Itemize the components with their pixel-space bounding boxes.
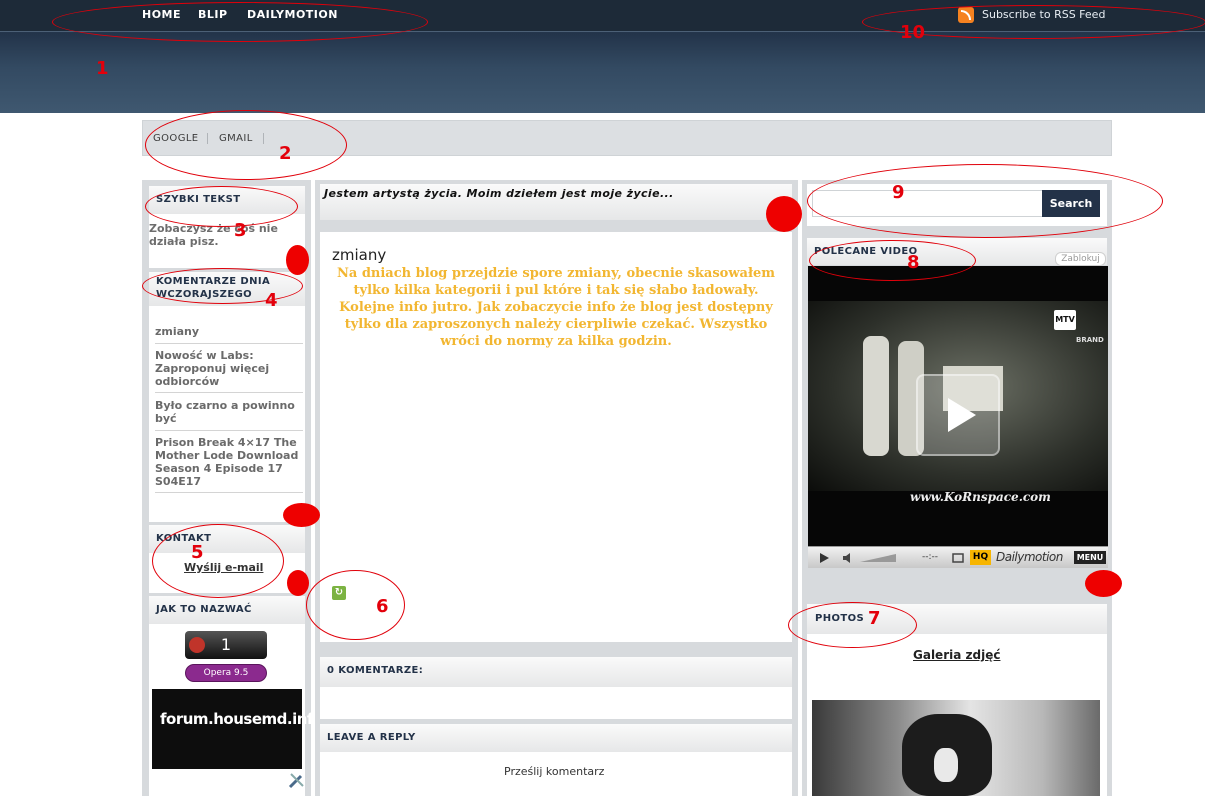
player-time: --:-- bbox=[922, 552, 939, 562]
annotation-ellipse bbox=[145, 186, 298, 227]
comments-count-header: 0 KOMENTARZE: bbox=[320, 657, 792, 687]
dog-photo-muzzle bbox=[934, 748, 958, 782]
video-watermark: www.KoRnspace.com bbox=[910, 490, 1051, 504]
player-menu-button[interactable]: MENU bbox=[1074, 551, 1106, 564]
annotation-dot bbox=[287, 570, 309, 596]
volume-slider[interactable] bbox=[860, 553, 896, 563]
annotation-number: 10 bbox=[900, 22, 926, 43]
annotation-number: 7 bbox=[868, 608, 881, 629]
tools-icon[interactable] bbox=[287, 770, 307, 790]
comments-area bbox=[320, 687, 792, 719]
dailymotion-logo[interactable]: Dailymotion bbox=[996, 550, 1063, 564]
video-player[interactable]: MTV BRAND www.KoRnspace.com bbox=[808, 266, 1108, 546]
annotation-number: 9 bbox=[892, 182, 905, 203]
annotation-dot bbox=[283, 503, 320, 527]
player-controls: --:-- HQ Dailymotion MENU bbox=[808, 546, 1108, 568]
annotation-number: 8 bbox=[907, 252, 920, 273]
name-it-title: JAK TO NAZWAĆ bbox=[149, 596, 305, 624]
video-block-button[interactable]: Zablokuj bbox=[1055, 252, 1106, 266]
submit-comment-link[interactable]: Prześlij komentarz bbox=[504, 765, 604, 778]
annotation-dot bbox=[1085, 570, 1122, 597]
forum-banner[interactable]: forum.housemd.info.pl bbox=[152, 689, 343, 769]
opera-badge[interactable]: Opera 9.5 bbox=[185, 664, 267, 682]
annotation-ellipse bbox=[809, 240, 976, 281]
mtv-logo: MTV bbox=[1054, 310, 1076, 330]
comment-item[interactable]: Nowość w Labs: Zaproponuj więcej odbiorc… bbox=[155, 349, 303, 393]
annotation-ellipse bbox=[145, 110, 347, 180]
mtv-brand: BRAND bbox=[1076, 336, 1104, 344]
reply-area: Prześlij komentarz bbox=[320, 752, 792, 796]
play-icon bbox=[948, 398, 976, 432]
annotation-ellipse bbox=[52, 2, 428, 42]
annotation-number: 4 bbox=[265, 290, 278, 311]
annotation-ellipse bbox=[152, 524, 284, 598]
post-body: Na dniach blog przejdzie spore zmiany, o… bbox=[336, 266, 775, 349]
annotation-number: 2 bbox=[279, 143, 292, 164]
counter-widget[interactable]: 1 bbox=[185, 631, 267, 659]
annotation-ellipse bbox=[788, 602, 917, 648]
annotation-number: 6 bbox=[376, 596, 389, 617]
hq-button[interactable]: HQ bbox=[970, 550, 991, 565]
photo-thumbnail[interactable] bbox=[812, 700, 1100, 796]
annotation-dot bbox=[286, 245, 309, 275]
comment-item[interactable]: Było czarno a powinno być bbox=[155, 399, 303, 431]
play-button[interactable] bbox=[916, 374, 1000, 456]
post-title[interactable]: zmiany bbox=[332, 246, 386, 264]
annotation-ellipse bbox=[142, 268, 303, 304]
annotation-number: 5 bbox=[191, 542, 204, 563]
blog-tagline: Jestem artystą życia. Moim dziełem jest … bbox=[320, 184, 792, 220]
volume-icon[interactable] bbox=[842, 552, 854, 564]
name-it-panel: 1 Opera 9.5 forum.housemd.info.pl bbox=[149, 624, 343, 796]
play-control-icon[interactable] bbox=[818, 552, 830, 564]
leave-reply-header: LEAVE A REPLY bbox=[320, 724, 792, 752]
comment-item[interactable]: Prison Break 4×17 The Mother Lode Downlo… bbox=[155, 436, 303, 493]
annotation-ellipse bbox=[306, 570, 405, 640]
counter-icon bbox=[189, 637, 205, 653]
video-figure bbox=[863, 336, 889, 456]
gallery-link[interactable]: Galeria zdjęć bbox=[913, 648, 1000, 662]
annotation-dot bbox=[766, 196, 802, 232]
fullscreen-icon[interactable] bbox=[952, 552, 964, 564]
photos-panel: Galeria zdjęć bbox=[807, 634, 1107, 796]
comment-item[interactable]: zmiany bbox=[155, 325, 303, 344]
annotation-number: 1 bbox=[96, 58, 109, 79]
annotation-ellipse bbox=[807, 164, 1163, 238]
annotation-number: 3 bbox=[234, 220, 247, 241]
counter-value: 1 bbox=[220, 635, 232, 654]
